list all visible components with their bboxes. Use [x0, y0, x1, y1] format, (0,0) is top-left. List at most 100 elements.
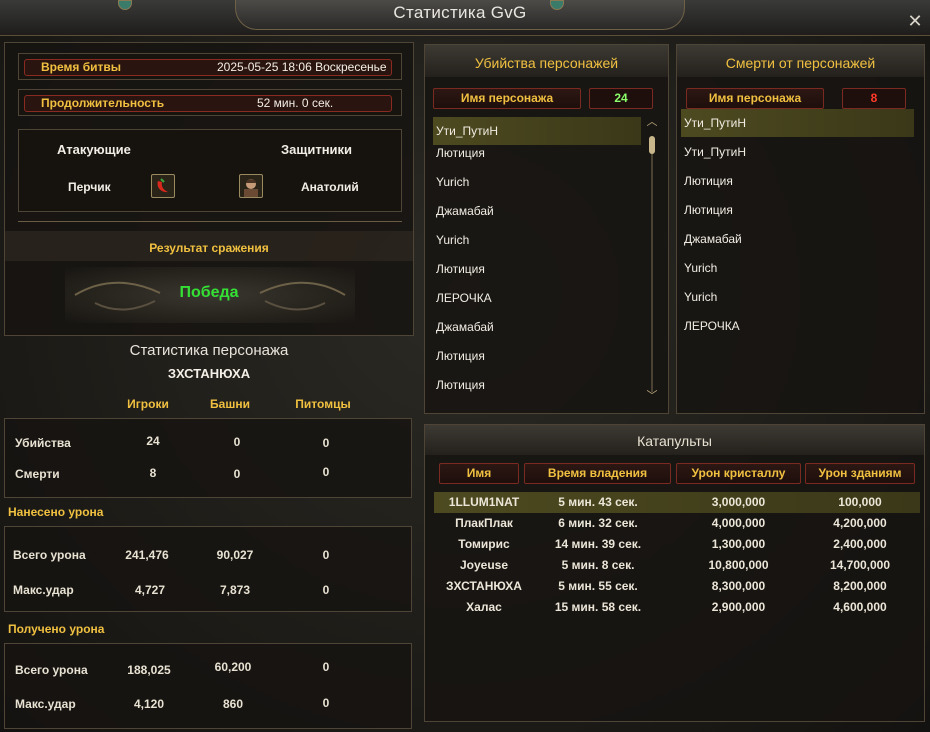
- kills-deaths-box: [4, 418, 412, 498]
- result-value: Победа: [179, 284, 239, 301]
- dealt-max-label: Макс.удар: [13, 583, 74, 597]
- cat-name: Joyeuse: [459, 558, 509, 572]
- cat-crystal: 8,300,000: [711, 579, 766, 593]
- window-title: Статистика GvG: [393, 3, 527, 22]
- dealt-total-pets: 0: [322, 548, 330, 562]
- taken-total-towers: 60,200: [214, 660, 252, 674]
- taken-max-towers: 860: [222, 697, 244, 711]
- death-list-item[interactable]: Yurich: [681, 254, 914, 282]
- cat-building: 2,400,000: [833, 537, 887, 551]
- catapult-row[interactable]: Joyeuse 5 мин. 8 сек. 10,800,000 14,700,…: [434, 555, 920, 576]
- catapults-title: Катапульты: [637, 433, 712, 449]
- close-icon[interactable]: ✕: [906, 12, 924, 30]
- damage-dealt-title: Нанесено урона: [8, 505, 104, 519]
- cat-name: ПлакПлак: [455, 516, 513, 530]
- catapult-row-selected[interactable]: 1LLUM1NAT 5 мин. 43 сек. 3,000,000 100,0…: [434, 492, 920, 513]
- character-stats-title: Статистика персонажа: [129, 342, 289, 359]
- battle-duration-row: Продолжительность 52 мин. 0 сек.: [18, 89, 402, 116]
- kills-count: 24: [589, 88, 653, 109]
- cat-crystal: 1,300,000: [711, 537, 766, 551]
- damage-taken-box: [4, 643, 412, 729]
- death-list-item[interactable]: Yurich: [681, 283, 914, 311]
- scroll-up-icon[interactable]: ︿: [645, 116, 659, 128]
- taken-max-players: 4,120: [133, 697, 165, 711]
- cat-crystal: 4,000,000: [711, 516, 766, 530]
- catapult-row[interactable]: ЗХСТАНЮХА 5 мин. 55 сек. 8,300,000 8,200…: [434, 576, 920, 597]
- cat-col-crystal-damage[interactable]: Урон кристаллу: [676, 463, 801, 484]
- battle-sides-box: Атакующие Защитники Перчик Анатолий: [18, 129, 402, 212]
- cat-building: 4,200,000: [833, 516, 887, 530]
- cat-crystal: 3,000,000: [711, 495, 766, 509]
- battle-info-panel: Время битвы 2025-05-25 18:06 Воскресенье…: [4, 42, 414, 336]
- defenders-label: Защитники: [281, 142, 353, 157]
- chili-pepper-icon: [151, 174, 175, 198]
- battle-duration-label: Продолжительность: [41, 96, 165, 110]
- kill-list-item[interactable]: ЛЕРОЧКА: [433, 284, 641, 312]
- cat-time: 6 мин. 32 сек.: [558, 516, 638, 530]
- kills-name-header[interactable]: Имя персонажа: [433, 88, 581, 109]
- scroll-track[interactable]: [651, 154, 653, 392]
- kill-list-item[interactable]: Yurich: [433, 226, 641, 254]
- guild-portrait-icon: [239, 174, 263, 198]
- kill-list-item[interactable]: Yurich: [433, 168, 641, 196]
- kill-list-item[interactable]: Лютиция: [433, 255, 641, 283]
- dealt-total-towers: 90,027: [216, 548, 254, 562]
- battle-duration-value: 52 мин. 0 сек.: [257, 96, 334, 110]
- dealt-max-pets: 0: [322, 583, 330, 597]
- kill-list-item[interactable]: Джамабай: [433, 313, 641, 341]
- cat-crystal: 2,900,000: [711, 600, 766, 614]
- damage-dealt-box: [4, 526, 412, 612]
- battle-time-label: Время битвы: [41, 60, 122, 74]
- kill-list-item[interactable]: Лютиция: [433, 342, 641, 370]
- death-list-item-selected[interactable]: Ути_ПутиН: [681, 109, 914, 137]
- cat-col-building-damage[interactable]: Урон зданиям: [805, 463, 915, 484]
- character-name: ЗХСТАНЮХА: [167, 366, 251, 381]
- dealt-total-players: 241,476: [125, 548, 169, 562]
- deaths-players: 8: [149, 466, 157, 480]
- col-pets: Питомцы: [295, 397, 351, 411]
- catapult-row[interactable]: Халас 15 мин. 58 сек. 2,900,000 4,600,00…: [434, 597, 920, 618]
- attacker-guild-name[interactable]: Перчик: [68, 180, 111, 194]
- gvg-stats-window: Статистика GvG ✕ Время битвы 2025-05-25 …: [0, 0, 930, 732]
- col-players: Игроки: [127, 397, 169, 411]
- death-list-item[interactable]: Лютиция: [681, 196, 914, 224]
- catapult-row[interactable]: Томирис 14 мин. 39 сек. 1,300,000 2,400,…: [434, 534, 920, 555]
- defender-guild-name[interactable]: Анатолий: [301, 180, 359, 194]
- cat-time: 5 мин. 55 сек.: [558, 579, 638, 593]
- attackers-label: Атакующие: [57, 142, 131, 157]
- kill-list-item[interactable]: Лютиция: [433, 371, 641, 399]
- cat-time: 15 мин. 58 сек.: [554, 600, 642, 614]
- scroll-down-icon[interactable]: ﹀: [645, 390, 659, 402]
- result-label: Результат сражения: [149, 241, 269, 255]
- cat-time: 5 мин. 43 сек.: [558, 495, 638, 509]
- battle-time-value: 2025-05-25 18:06 Воскресенье: [217, 60, 387, 74]
- cat-crystal: 10,800,000: [708, 558, 769, 572]
- scroll-thumb[interactable]: [649, 136, 655, 154]
- catapult-row[interactable]: ПлакПлак 6 мин. 32 сек. 4,000,000 4,200,…: [434, 513, 920, 534]
- cat-col-hold-time[interactable]: Время владения: [524, 463, 671, 484]
- death-list-item[interactable]: ЛЕРОЧКА: [681, 312, 914, 340]
- kill-list-item[interactable]: Лютиция: [433, 139, 641, 167]
- cat-building: 8,200,000: [833, 579, 887, 593]
- kills-label: Убийства: [15, 436, 71, 450]
- taken-max-label: Макс.удар: [15, 697, 76, 711]
- death-list-item[interactable]: Ути_ПутиН: [681, 138, 914, 166]
- cat-time: 5 мин. 8 сек.: [561, 558, 635, 572]
- death-list-item[interactable]: Джамабай: [681, 225, 914, 253]
- kill-list-item[interactable]: Джамабай: [433, 197, 641, 225]
- deaths-name-header[interactable]: Имя персонажа: [686, 88, 824, 109]
- kills-towers: 0: [233, 435, 241, 449]
- cat-col-name[interactable]: Имя: [439, 463, 519, 484]
- cat-building: 4,600,000: [833, 600, 887, 614]
- deaths-pets: 0: [322, 465, 330, 479]
- cat-building: 14,700,000: [829, 558, 891, 572]
- title-gem-left-icon: [118, 0, 132, 10]
- cat-name: 1LLUM1NAT: [448, 495, 520, 509]
- damage-taken-title: Получено урона: [8, 622, 105, 636]
- death-list-item[interactable]: Лютиция: [681, 167, 914, 195]
- kills-players: 24: [146, 434, 160, 448]
- kills-scrollbar[interactable]: ︿ ﹀: [645, 116, 659, 406]
- cat-name: Томирис: [458, 537, 510, 551]
- kills-pets: 0: [322, 436, 330, 450]
- deaths-towers: 0: [233, 467, 241, 481]
